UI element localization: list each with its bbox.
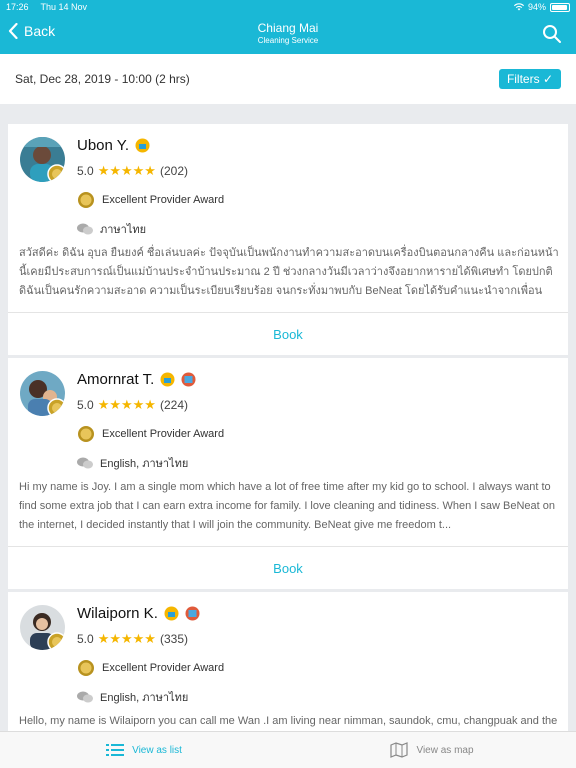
- status-time: 17:26: [6, 2, 29, 12]
- award-medal-icon: [78, 426, 94, 442]
- tab-view-as-list[interactable]: View as list: [0, 732, 288, 768]
- provider-description: สวัสดีค่ะ ดิฉัน อุบล ยืนยงค์ ชื่อเล่นบลค…: [19, 247, 559, 297]
- star-rating-icon: ★★★★★: [97, 163, 156, 178]
- booking-date: Sat, Dec 28, 2019 - 10:00 (2 hrs): [15, 72, 190, 86]
- rating-value: 5.0: [77, 632, 94, 646]
- provider-description: Hello, my name is Wilaiporn you can call…: [19, 715, 558, 727]
- provider-card: Ubon Y. 5.0 ★★★★★ (202) Excellent Provid…: [8, 124, 568, 355]
- medal-icon: [47, 632, 65, 650]
- avatar: [20, 137, 65, 182]
- provider-card: Wilaiporn K. 5.0 ★★★★★ (335) Excellent P…: [8, 592, 568, 732]
- status-right: 94%: [513, 2, 570, 12]
- review-count: (202): [159, 164, 188, 178]
- languages: English, ภาษาไทย: [100, 458, 189, 470]
- battery-percent: 94%: [527, 2, 546, 12]
- languages: English, ภาษาไทย: [100, 692, 189, 704]
- award-row: Excellent Provider Award: [77, 659, 224, 677]
- language-row: ภาษาไทย: [77, 220, 146, 238]
- cleaning-badge-icon: [164, 606, 179, 621]
- rating-value: 5.0: [77, 398, 94, 412]
- status-bar: 17:26 Thu 14 Nov 94%: [0, 0, 576, 14]
- review-count: (224): [159, 398, 188, 412]
- award-medal-icon: [78, 660, 94, 676]
- avatar: [20, 605, 65, 650]
- award-row: Excellent Provider Award: [77, 191, 224, 209]
- provider-description: Hi my name is Joy. I am a single mom whi…: [19, 481, 556, 531]
- medal-icon: [47, 398, 65, 416]
- bottom-tab-bar: View as list View as map: [0, 731, 576, 768]
- review-count: (335): [159, 632, 188, 646]
- book-button[interactable]: Book: [8, 546, 568, 589]
- status-date: Thu 14 Nov: [40, 2, 88, 12]
- rating-row: 5.0 ★★★★★ (202): [77, 163, 188, 179]
- ironing-badge-icon: [185, 606, 200, 621]
- cleaning-badge-icon: [135, 138, 150, 153]
- language-row: English, ภาษาไทย: [77, 454, 188, 472]
- booking-date-bar: Sat, Dec 28, 2019 - 10:00 (2 hrs) Filter…: [0, 54, 576, 104]
- provider-list[interactable]: Ubon Y. 5.0 ★★★★★ (202) Excellent Provid…: [0, 112, 576, 732]
- chat-bubbles-icon: [77, 457, 93, 469]
- wifi-icon: [513, 3, 524, 11]
- provider-name-text: Ubon Y.: [77, 137, 129, 154]
- chat-bubbles-icon: [77, 223, 93, 235]
- provider-name: Amornrat T.: [77, 371, 196, 388]
- battery-icon: [550, 2, 570, 12]
- map-icon: [390, 742, 409, 758]
- tab-list-label: View as list: [132, 744, 182, 756]
- award-label: Excellent Provider Award: [102, 194, 225, 206]
- star-rating-icon: ★★★★★: [97, 631, 156, 646]
- ironing-badge-icon: [181, 372, 196, 387]
- award-row: Excellent Provider Award: [77, 425, 224, 443]
- avatar: [20, 371, 65, 416]
- award-label: Excellent Provider Award: [102, 428, 225, 440]
- award-label: Excellent Provider Award: [102, 662, 225, 674]
- nav-title: Chiang Mai: [257, 21, 319, 35]
- provider-name: Wilaiporn K.: [77, 605, 200, 622]
- filters-button[interactable]: Filters ✓: [498, 69, 561, 89]
- rating-row: 5.0 ★★★★★ (224): [77, 397, 188, 413]
- provider-card: Amornrat T. 5.0 ★★★★★ (224) Excellent Pr…: [8, 358, 568, 589]
- tab-map-label: View as map: [416, 744, 474, 756]
- provider-name: Ubon Y.: [77, 137, 150, 154]
- rating-value: 5.0: [77, 164, 94, 178]
- nav-subtitle: Cleaning Service: [257, 36, 319, 45]
- award-medal-icon: [78, 192, 94, 208]
- list-icon: [106, 744, 125, 756]
- medal-icon: [47, 164, 65, 182]
- language-row: English, ภาษาไทย: [77, 688, 188, 706]
- provider-name-text: Amornrat T.: [77, 371, 155, 388]
- nav-bar: Back Chiang Mai Cleaning Service: [0, 14, 576, 54]
- tab-view-as-map[interactable]: View as map: [288, 732, 576, 768]
- star-rating-icon: ★★★★★: [97, 397, 156, 412]
- cleaning-badge-icon: [160, 372, 175, 387]
- rating-row: 5.0 ★★★★★ (335): [77, 631, 188, 647]
- search-icon[interactable]: [542, 24, 562, 44]
- provider-name-text: Wilaiporn K.: [77, 605, 158, 622]
- chat-bubbles-icon: [77, 691, 93, 703]
- book-button[interactable]: Book: [8, 312, 568, 355]
- languages: ภาษาไทย: [100, 224, 147, 236]
